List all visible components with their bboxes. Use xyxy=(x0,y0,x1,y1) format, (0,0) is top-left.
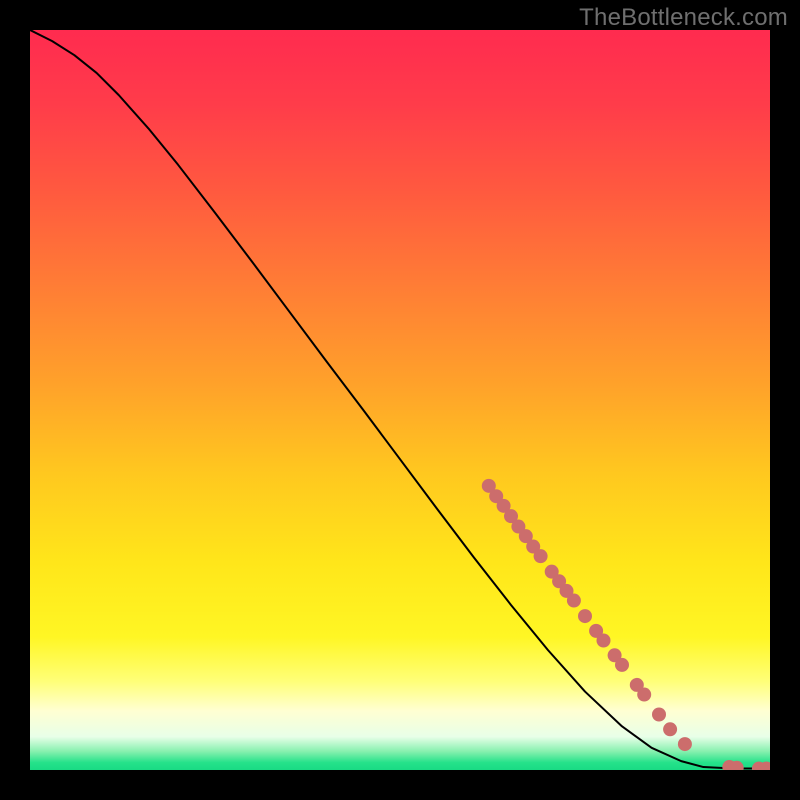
chart-container: TheBottleneck.com xyxy=(0,0,800,800)
watermark-text: TheBottleneck.com xyxy=(579,4,788,32)
data-point xyxy=(637,688,651,702)
data-point xyxy=(567,594,581,608)
data-point xyxy=(678,737,692,751)
data-point xyxy=(578,609,592,623)
data-point xyxy=(615,658,629,672)
data-point xyxy=(663,722,677,736)
data-points-layer xyxy=(30,30,770,770)
plot-area xyxy=(30,30,770,770)
data-point xyxy=(652,708,666,722)
data-point xyxy=(534,549,548,563)
data-point xyxy=(597,634,611,648)
